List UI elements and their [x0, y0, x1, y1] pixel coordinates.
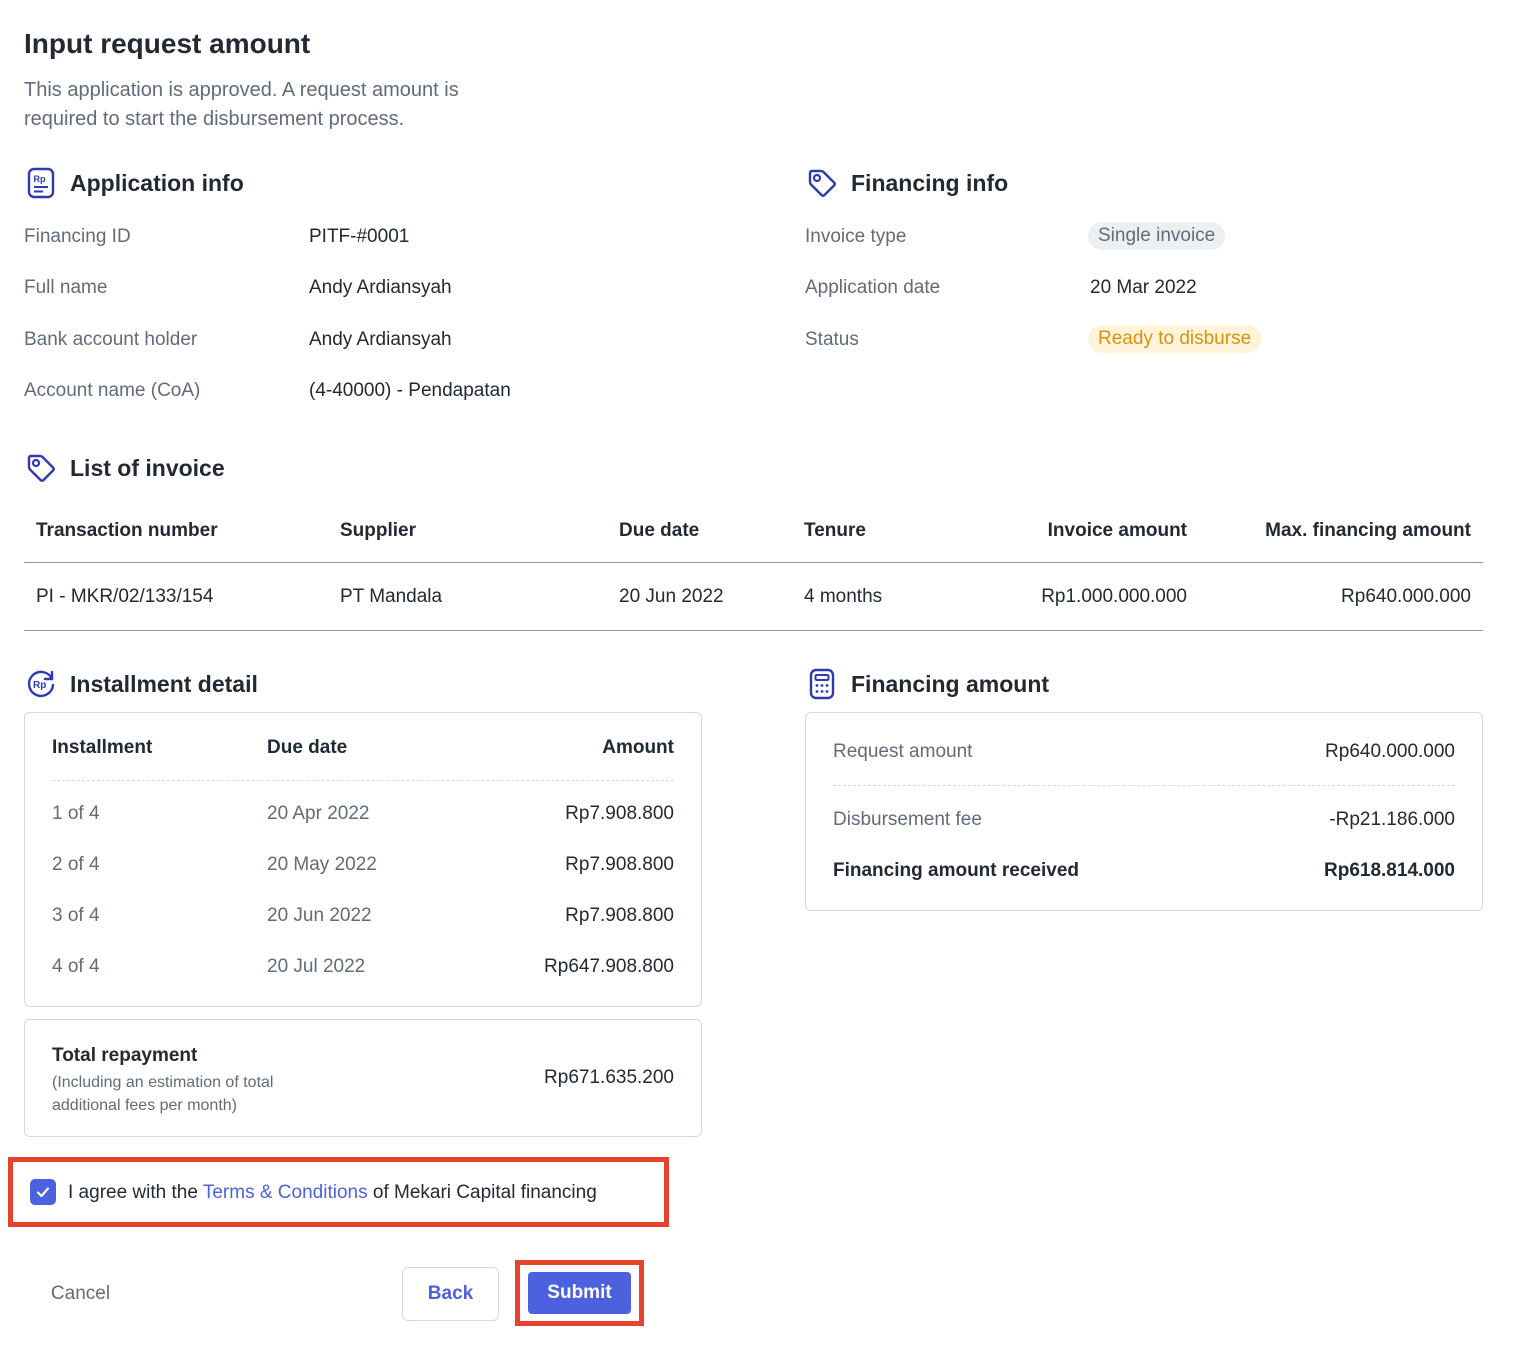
page-title: Input request amount [24, 28, 311, 59]
agree-text: I agree with the Terms & Conditions of M… [68, 1182, 597, 1204]
rp-refresh-icon: Rp [24, 667, 58, 701]
table-row: 3 of 4 20 Jun 2022 Rp7.908.800 [52, 893, 674, 944]
financing-amount-title: Financing amount [851, 670, 1050, 697]
amount-received-label: Financing amount received [833, 860, 1079, 881]
installment-amount: Rp7.908.800 [565, 854, 674, 875]
invoice-amount: Rp1.000.000.000 [1041, 585, 1187, 607]
svg-text:Rp: Rp [34, 174, 46, 184]
cancel-button[interactable]: Cancel [28, 1268, 133, 1320]
transaction-number: PI - MKR/02/133/154 [36, 585, 214, 607]
back-button[interactable]: Back [402, 1267, 499, 1321]
max-financing-amount: Rp640.000.000 [1341, 585, 1471, 607]
col-transaction-number: Transaction number [36, 520, 218, 541]
invoice-list-title: List of invoice [70, 454, 225, 481]
financing-info-header: Financing info [805, 166, 1008, 200]
col-tenure: Tenure [804, 520, 866, 541]
total-repayment-card: Total repayment (Including an estimation… [24, 1019, 702, 1137]
invoice-table-header: Transaction number Supplier Due date Ten… [24, 500, 1483, 563]
amount-received-value: Rp618.814.000 [1324, 860, 1455, 881]
rp-document-icon: Rp [24, 166, 58, 200]
divider [833, 785, 1455, 786]
installment-detail-title: Installment detail [70, 670, 258, 697]
total-repayment-value: Rp671.635.200 [544, 1067, 674, 1088]
status-badge: Ready to disburse [1088, 325, 1262, 353]
installment-amount: Rp7.908.800 [565, 803, 674, 824]
terms-link[interactable]: Terms & Conditions [203, 1182, 368, 1203]
financing-amount-card: Request amount Rp640.000.000 Disbursemen… [805, 712, 1483, 911]
invoice-list-header: List of invoice [24, 451, 225, 485]
installment-card: Installment Due date Amount 1 of 4 20 Ap… [24, 712, 702, 1007]
financing-amount-header: Financing amount [805, 667, 1049, 701]
disbursement-fee-label: Disbursement fee [833, 809, 982, 830]
col-invoice-amount: Invoice amount [1047, 520, 1187, 541]
agree-prefix: I agree with the [68, 1182, 203, 1203]
col-installment-amount: Amount [602, 737, 674, 758]
col-max-financing: Max. financing amount [1265, 520, 1471, 541]
tag-icon [805, 166, 839, 200]
status-label: Status [805, 329, 859, 350]
col-due-date: Due date [619, 520, 700, 541]
full-name-label: Full name [24, 277, 108, 298]
installment-due-date: 20 May 2022 [267, 854, 377, 875]
table-row: 2 of 4 20 May 2022 Rp7.908.800 [52, 842, 674, 893]
submit-button[interactable]: Submit [528, 1272, 631, 1314]
col-installment-due: Due date [267, 737, 348, 758]
invoice-table: Transaction number Supplier Due date Ten… [24, 500, 1483, 631]
total-repayment-note: (Including an estimation of total additi… [52, 1074, 274, 1114]
installment-detail-header: Rp Installment detail [24, 667, 258, 701]
financing-info-title: Financing info [851, 169, 1009, 196]
col-installment: Installment [52, 737, 153, 758]
invoice-type-value: Single invoice [1088, 222, 1226, 250]
installment-number: 1 of 4 [52, 803, 100, 824]
installment-due-date: 20 Apr 2022 [267, 803, 370, 824]
installment-amount: Rp7.908.800 [565, 905, 674, 926]
page-description: This application is approved. A request … [24, 79, 459, 130]
financing-id-value: PITF-#0001 [309, 226, 410, 247]
installment-number: 2 of 4 [52, 854, 100, 875]
total-repayment-label: Total repayment [52, 1045, 198, 1066]
invoice-type-label: Invoice type [805, 226, 907, 247]
application-date-label: Application date [805, 277, 941, 298]
status-value: Ready to disburse [1088, 325, 1262, 353]
submit-highlight: Submit [515, 1260, 644, 1326]
full-name-value: Andy Ardiansyah [309, 277, 452, 298]
bank-holder-value: Andy Ardiansyah [309, 329, 452, 350]
terms-agreement: I agree with the Terms & Conditions of M… [8, 1157, 669, 1227]
account-name-value: (4-40000) - Pendapatan [309, 380, 511, 401]
supplier: PT Mandala [340, 585, 443, 607]
table-row: 4 of 4 20 Jul 2022 Rp647.908.800 [52, 944, 674, 995]
disbursement-fee-value: -Rp21.186.000 [1329, 809, 1455, 830]
installment-number: 3 of 4 [52, 905, 100, 926]
calculator-icon [805, 667, 839, 701]
checkmark-icon [36, 1187, 50, 1198]
agree-suffix: of Mekari Capital financing [367, 1182, 597, 1203]
financing-id-label: Financing ID [24, 226, 131, 247]
agree-checkbox[interactable] [30, 1179, 56, 1205]
installment-due-date: 20 Jul 2022 [267, 956, 366, 977]
svg-text:Rp: Rp [33, 680, 46, 691]
account-name-label: Account name (CoA) [24, 380, 201, 401]
installment-number: 4 of 4 [52, 956, 100, 977]
installment-due-date: 20 Jun 2022 [267, 905, 372, 926]
col-supplier: Supplier [340, 520, 417, 541]
table-row: 1 of 4 20 Apr 2022 Rp7.908.800 [52, 791, 674, 842]
table-row: PI - MKR/02/133/154 PT Mandala 20 Jun 20… [24, 563, 1483, 631]
due-date: 20 Jun 2022 [619, 585, 724, 607]
tenure: 4 months [804, 585, 883, 607]
application-info-title: Application info [70, 169, 244, 196]
application-info-header: Rp Application info [24, 166, 244, 200]
installment-amount: Rp647.908.800 [544, 956, 674, 977]
request-amount-label: Request amount [833, 741, 973, 762]
request-amount-value: Rp640.000.000 [1325, 741, 1455, 762]
bank-holder-label: Bank account holder [24, 329, 198, 350]
tag-icon [24, 451, 58, 485]
installment-table-header: Installment Due date Amount [52, 713, 674, 781]
invoice-type-chip: Single invoice [1088, 222, 1226, 250]
application-date-value: 20 Mar 2022 [1090, 277, 1197, 298]
